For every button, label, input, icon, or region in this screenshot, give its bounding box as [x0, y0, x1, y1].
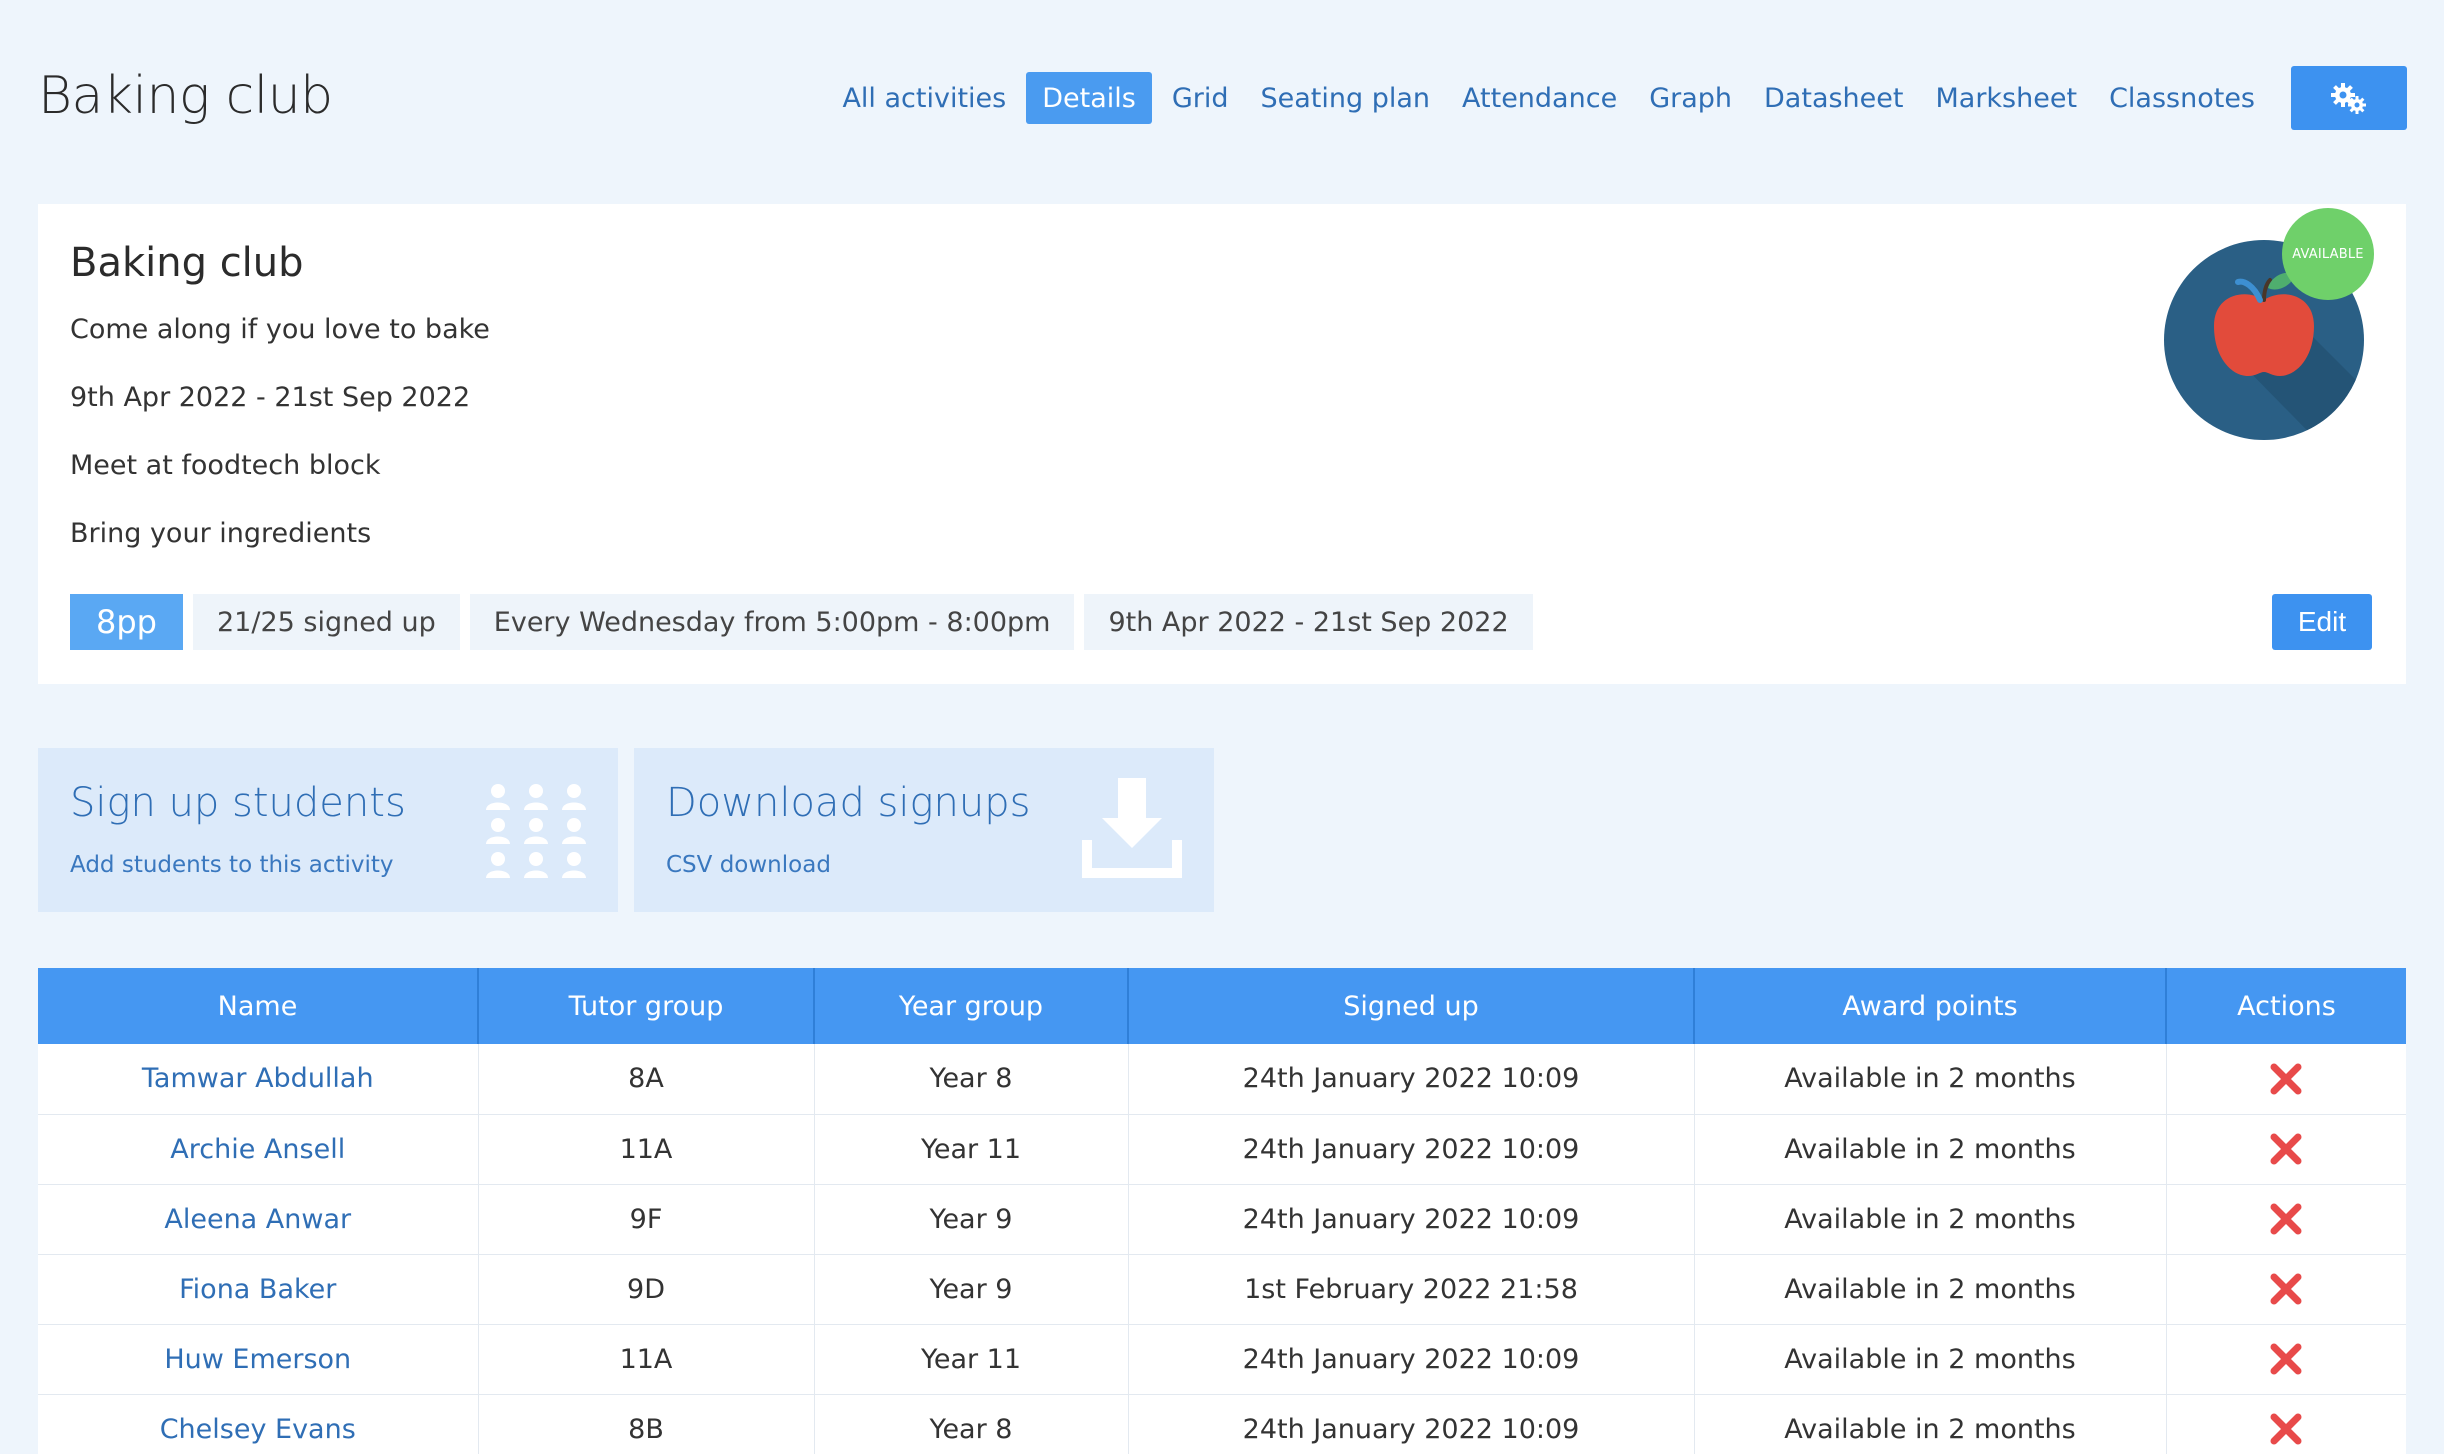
remove-icon[interactable] [2270, 1063, 2302, 1095]
signed-up-cell: 24th January 2022 10:09 [1128, 1114, 1695, 1185]
activity-details-card: Baking club Come along if you love to ba… [38, 204, 2406, 684]
table-row: Archie Ansell 11A Year 11 24th January 2… [38, 1114, 2406, 1185]
actions-cell [2166, 1394, 2406, 1454]
activity-description: Come along if you love to bake [70, 314, 490, 345]
edit-button[interactable]: Edit [2272, 594, 2372, 650]
activity-date-range: 9th Apr 2022 - 21st Sep 2022 [70, 382, 471, 413]
actions-cell [2166, 1114, 2406, 1185]
student-name-link[interactable]: Tamwar Abdullah [38, 1044, 479, 1115]
tutor-group-cell: 9F [478, 1184, 815, 1255]
sign-up-students-subtitle: Add students to this activity [70, 852, 394, 878]
nav-bar: All activities Details Grid Seating plan… [826, 66, 2407, 130]
student-name-link[interactable]: Fiona Baker [38, 1254, 479, 1325]
tab-seating-plan[interactable]: Seating plan [1245, 72, 1447, 124]
tutor-group-cell: 8B [478, 1394, 815, 1454]
remove-icon[interactable] [2270, 1203, 2302, 1235]
signed-up-cell: 24th January 2022 10:09 [1128, 1394, 1695, 1454]
signed-up-cell: 1st February 2022 21:58 [1128, 1254, 1695, 1325]
tutor-group-cell: 9D [478, 1254, 815, 1325]
download-signups-card[interactable]: Download signups CSV download [634, 748, 1214, 912]
signed-up-cell: 24th January 2022 10:09 [1128, 1184, 1695, 1255]
year-group-cell: Year 9 [814, 1184, 1129, 1255]
award-points-cell: Available in 2 months [1694, 1184, 2167, 1255]
signups-table: Name Tutor group Year group Signed up Aw… [38, 968, 2406, 1454]
availability-badge: AVAILABLE [2282, 208, 2374, 300]
tab-all-activities[interactable]: All activities [826, 72, 1022, 124]
remove-icon[interactable] [2270, 1343, 2302, 1375]
actions-cell [2166, 1184, 2406, 1255]
tab-grid[interactable]: Grid [1156, 72, 1245, 124]
gears-icon [2331, 83, 2366, 114]
award-points-cell: Available in 2 months [1694, 1324, 2167, 1395]
year-group-cell: Year 11 [814, 1324, 1129, 1395]
activity-title: Baking club [70, 240, 304, 286]
tab-datasheet[interactable]: Datasheet [1748, 72, 1919, 124]
column-header-actions: Actions [2166, 968, 2406, 1044]
award-points-cell: Available in 2 months [1694, 1254, 2167, 1325]
sign-up-students-card[interactable]: Sign up students Add students to this ac… [38, 748, 618, 912]
actions-cell [2166, 1254, 2406, 1325]
signed-up-cell: 24th January 2022 10:09 [1128, 1044, 1695, 1115]
activity-logo: AVAILABLE [2164, 208, 2374, 448]
column-header-name[interactable]: Name [38, 968, 479, 1044]
table-row: Fiona Baker 9D Year 9 1st February 2022 … [38, 1254, 2406, 1325]
availability-badge-label: AVAILABLE [2292, 246, 2364, 262]
signed-up-count: 21/25 signed up [192, 594, 460, 650]
remove-icon[interactable] [2270, 1133, 2302, 1165]
page-title: Baking club [38, 66, 333, 126]
download-signups-title: Download signups [666, 780, 1031, 826]
student-name-link[interactable]: Chelsey Evans [38, 1394, 479, 1454]
page-header: Baking club All activities Details Grid … [0, 0, 2444, 200]
download-icon [1082, 778, 1182, 878]
dates-pill: 9th Apr 2022 - 21st Sep 2022 [1084, 594, 1533, 650]
year-group-cell: Year 8 [814, 1394, 1129, 1454]
student-name-link[interactable]: Huw Emerson [38, 1324, 479, 1395]
award-points-cell: Available in 2 months [1694, 1044, 2167, 1115]
download-signups-subtitle: CSV download [666, 852, 831, 878]
tab-marksheet[interactable]: Marksheet [1919, 72, 2093, 124]
signed-up-cell: 24th January 2022 10:09 [1128, 1324, 1695, 1395]
table-row: Tamwar Abdullah 8A Year 8 24th January 2… [38, 1044, 2406, 1115]
remove-icon[interactable] [2270, 1413, 2302, 1445]
students-icon [486, 784, 586, 878]
year-group-cell: Year 8 [814, 1044, 1129, 1115]
tutor-group-cell: 8A [478, 1044, 815, 1115]
student-name-link[interactable]: Aleena Anwar [38, 1184, 479, 1255]
activity-info-pills: 8pp 21/25 signed up Every Wednesday from… [70, 594, 1533, 650]
tutor-group-cell: 11A [478, 1114, 815, 1185]
table-row: Aleena Anwar 9F Year 9 24th January 2022… [38, 1184, 2406, 1255]
schedule-pill: Every Wednesday from 5:00pm - 8:00pm [469, 594, 1075, 650]
table-header-row: Name Tutor group Year group Signed up Aw… [38, 968, 2406, 1044]
table-row: Huw Emerson 11A Year 11 24th January 202… [38, 1324, 2406, 1395]
tutor-group-cell: 11A [478, 1324, 815, 1395]
tab-attendance[interactable]: Attendance [1446, 72, 1633, 124]
column-header-award-points[interactable]: Award points [1694, 968, 2167, 1044]
year-group-cell: Year 9 [814, 1254, 1129, 1325]
activity-location: Meet at foodtech block [70, 450, 381, 481]
activity-note: Bring your ingredients [70, 518, 372, 549]
actions-cell [2166, 1044, 2406, 1115]
column-header-tutor-group[interactable]: Tutor group [478, 968, 815, 1044]
award-points-cell: Available in 2 months [1694, 1114, 2167, 1185]
column-header-year-group[interactable]: Year group [814, 968, 1129, 1044]
student-name-link[interactable]: Archie Ansell [38, 1114, 479, 1185]
tab-graph[interactable]: Graph [1633, 72, 1748, 124]
column-header-signed-up[interactable]: Signed up [1128, 968, 1695, 1044]
tab-classnotes[interactable]: Classnotes [2093, 72, 2271, 124]
actions-cell [2166, 1324, 2406, 1395]
sign-up-students-title: Sign up students [70, 780, 406, 826]
settings-button[interactable] [2291, 66, 2407, 130]
points-badge: 8pp [70, 594, 183, 650]
award-points-cell: Available in 2 months [1694, 1394, 2167, 1454]
table-row: Chelsey Evans 8B Year 8 24th January 202… [38, 1394, 2406, 1454]
year-group-cell: Year 11 [814, 1114, 1129, 1185]
tab-details[interactable]: Details [1026, 72, 1152, 124]
remove-icon[interactable] [2270, 1273, 2302, 1305]
